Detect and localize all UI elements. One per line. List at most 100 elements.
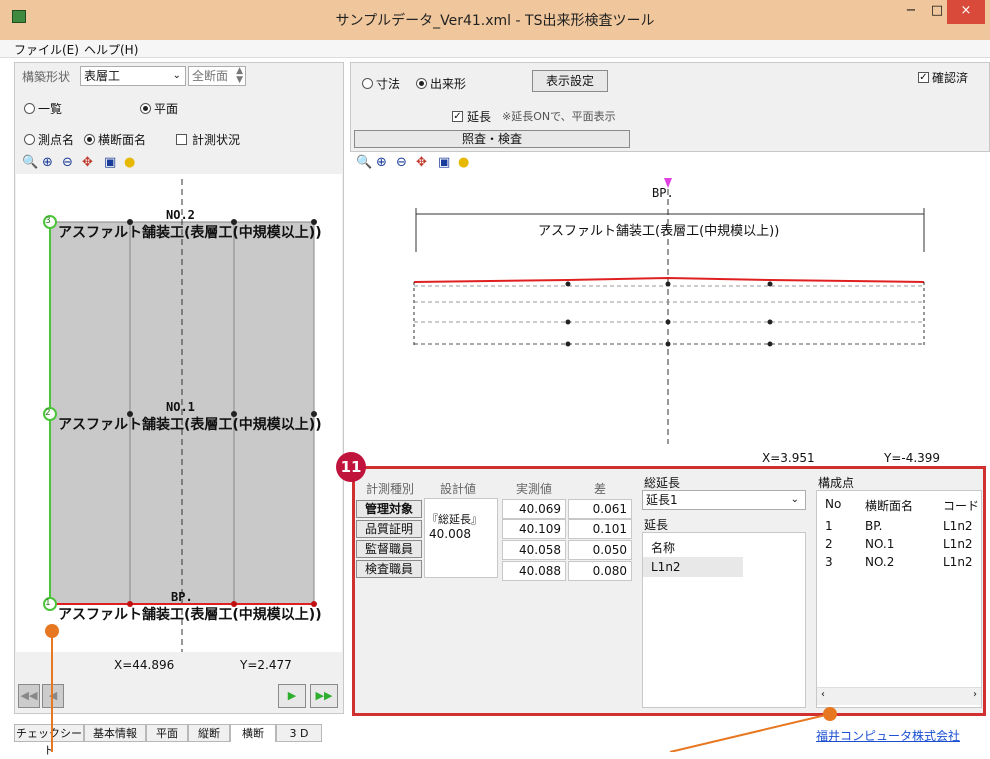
zoom-out-icon[interactable]: ⊖ (396, 155, 407, 170)
extension-list[interactable]: 名称 L1n2 (642, 532, 806, 708)
section-label-no1: アスファルト舗装工(表層工(中規模以上)) (58, 417, 322, 433)
zoom-out-icon[interactable]: ⊖ (62, 155, 73, 170)
points-code-header: コード (943, 499, 980, 513)
type-quality-button[interactable]: 品質証明 (356, 520, 422, 538)
prev-button[interactable]: ◀ (42, 684, 64, 708)
check-extension-label: 延長 (467, 110, 492, 124)
tab-3d[interactable]: 3 D (276, 724, 322, 742)
fit-icon[interactable]: ▣ (104, 155, 116, 170)
measured-cell[interactable]: 40.058 (502, 540, 566, 560)
section-label-right: アスファルト舗装工(表層工(中規模以上)) (538, 224, 780, 239)
chevron-down-icon: ⌄ (172, 70, 181, 81)
design-value: 40.008 (429, 527, 471, 541)
station-bp-right: BP. (652, 186, 674, 200)
points-no-header: No (825, 497, 842, 511)
points-name-header: 横断面名 (865, 499, 914, 513)
zoom-in-icon[interactable]: ⊕ (376, 155, 387, 170)
radio-list-label: 一覧 (38, 102, 63, 116)
right-coord-y: Y=-4.399 (884, 451, 941, 465)
next-button[interactable]: ▶ (278, 684, 306, 708)
menu-help[interactable]: ヘルプ(H) (84, 41, 138, 58)
spin-icon: ▲ ▼ (236, 66, 243, 85)
window-title: サンプルデータ_Ver41.xml - TS出来形検査ツール (335, 13, 655, 29)
section-value: 全断面 (192, 69, 229, 83)
maximize-button[interactable]: □ (927, 0, 947, 24)
tab-basic-info[interactable]: 基本情報 (84, 724, 146, 742)
cross-section-canvas[interactable]: BP. アスファルト舗装工(表層工(中規模以上)) (350, 174, 990, 444)
scroll-right-icon[interactable]: › (973, 689, 977, 700)
fit-icon[interactable]: ▣ (438, 155, 450, 170)
diff-cell: 0.061 (568, 499, 632, 519)
section-stepper[interactable]: 全断面 ▲ ▼ (188, 66, 246, 86)
name-header: 名称 (651, 541, 676, 555)
marker-3: 3 (45, 216, 51, 226)
measured-cell[interactable]: 40.088 (502, 561, 566, 581)
bulb-icon[interactable]: ● (458, 155, 469, 170)
first-button[interactable]: ◀◀ (18, 684, 40, 708)
plan-view-canvas[interactable]: 3 2 1 NO.2 アスファルト舗装工(表層工(中規模以上)) NO.1 アス… (16, 174, 342, 652)
radio-result[interactable] (416, 78, 427, 89)
radio-plan[interactable] (140, 103, 151, 114)
tab-checksheet[interactable]: チェックシート (14, 724, 84, 757)
zoom-in-icon[interactable]: ⊕ (42, 155, 53, 170)
zoom-window-icon[interactable]: 🔍 (356, 155, 372, 170)
tab-cross-section[interactable]: 横断 (230, 724, 276, 742)
check-extension[interactable]: ✓ (452, 111, 463, 122)
radio-plan-label: 平面 (154, 102, 179, 116)
right-coord-x: X=3.951 (762, 451, 815, 465)
minimize-button[interactable]: − (895, 0, 927, 24)
type-supervisor-button[interactable]: 監督職員 (356, 540, 422, 558)
pan-icon[interactable]: ✥ (416, 155, 427, 170)
check-measure[interactable] (176, 134, 187, 145)
pan-icon[interactable]: ✥ (82, 155, 93, 170)
leader-dot-left (45, 624, 59, 638)
display-settings-button[interactable]: 表示設定 (532, 70, 608, 92)
tab-longitudinal[interactable]: 縦断 (188, 724, 230, 742)
type-inspector-button[interactable]: 検査職員 (356, 560, 422, 578)
points-code: L1n2 (943, 555, 973, 569)
radio-result-label: 出来形 (430, 77, 467, 91)
station-bp: BP. (171, 590, 193, 604)
last-button[interactable]: ▶▶ (310, 684, 338, 708)
points-name: BP. (865, 519, 883, 533)
col-diff-header: 差 (594, 482, 607, 496)
total-length-value: 延長1 (646, 493, 678, 507)
measured-cell[interactable]: 40.069 (502, 499, 566, 519)
check-confirmed[interactable]: ✓ (918, 72, 929, 83)
bulb-icon[interactable]: ● (124, 155, 135, 170)
points-code: L1n2 (943, 519, 973, 533)
horizontal-scrollbar[interactable]: ‹ › (817, 687, 981, 705)
points-name: NO.1 (865, 537, 895, 551)
name-value: L1n2 (651, 560, 681, 574)
menu-bar (0, 40, 990, 58)
zoom-window-icon[interactable]: 🔍 (22, 155, 38, 170)
radio-dimension[interactable] (362, 78, 373, 89)
scroll-left-icon[interactable]: ‹ (821, 689, 825, 700)
tab-plan[interactable]: 平面 (146, 724, 188, 742)
section-label-no2: アスファルト舗装工(表層工(中規模以上)) (58, 225, 322, 241)
diff-cell: 0.050 (568, 540, 632, 560)
shape-select[interactable]: 表層工 ⌄ (80, 66, 186, 86)
type-control-button[interactable]: 管理対象 (356, 500, 422, 518)
design-value-box: 『総延長』 40.008 (424, 498, 498, 578)
radio-list[interactable] (24, 103, 35, 114)
extension-group-label: 延長 (644, 518, 669, 532)
menu-file[interactable]: ファイル(E) (14, 41, 79, 58)
measured-cell[interactable]: 40.109 (502, 519, 566, 539)
total-length-select[interactable]: 延長1 ⌄ (642, 490, 806, 510)
radio-dimension-label: 寸法 (376, 77, 401, 91)
points-no: 3 (825, 555, 833, 569)
check-inspection-button[interactable]: 照査・検査 (354, 130, 630, 148)
close-button[interactable]: × (947, 0, 985, 24)
marker-1: 1 (45, 598, 51, 608)
confirmed-label: 確認済 (932, 71, 969, 85)
radio-point-name-label: 測点名 (38, 133, 75, 147)
radio-point-name[interactable] (24, 134, 35, 145)
total-length-label: 総延長 (644, 476, 681, 490)
points-table[interactable]: No 横断面名 コード 1 BP. L1n2 2 NO.1 L1n2 3 NO.… (816, 490, 982, 708)
col-type-header: 計測種別 (366, 482, 415, 496)
radio-section-name-label: 横断面名 (98, 133, 147, 147)
section-label-bp: アスファルト舗装工(表層工(中規模以上)) (58, 607, 322, 623)
radio-section-name[interactable] (84, 134, 95, 145)
points-label: 構成点 (818, 476, 855, 490)
